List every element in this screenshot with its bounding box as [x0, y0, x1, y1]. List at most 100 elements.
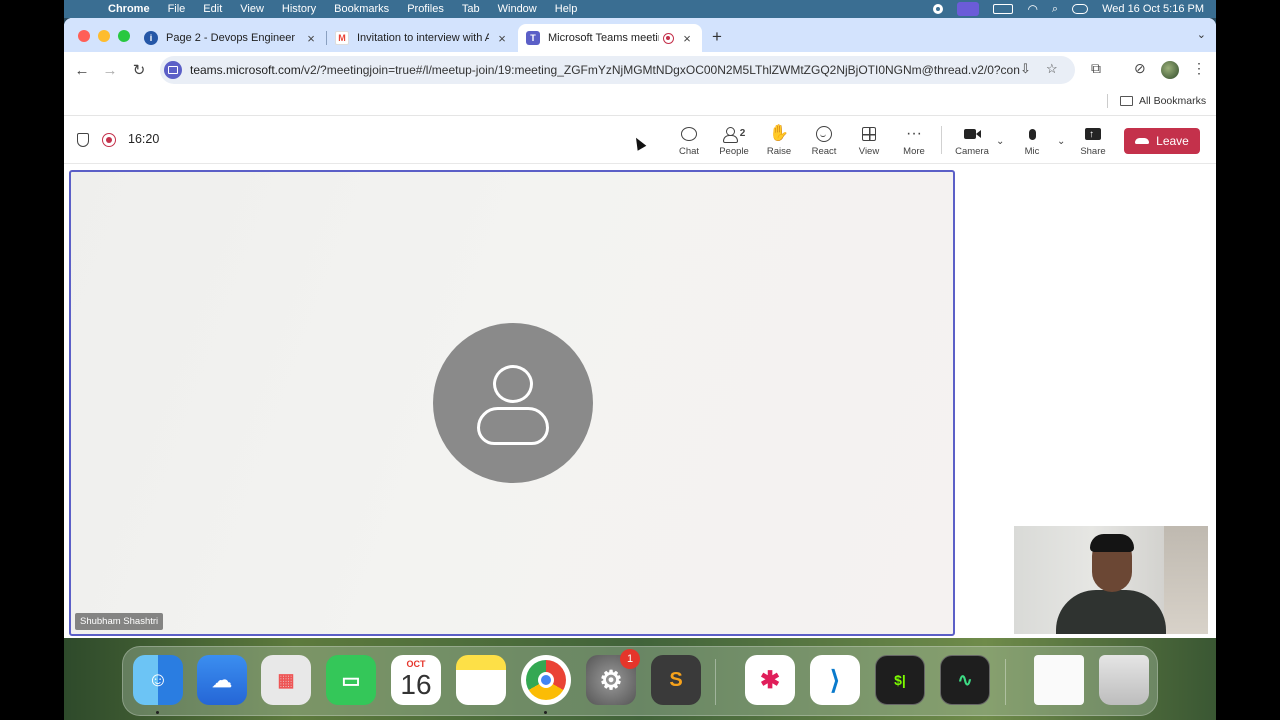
vscode-icon[interactable]: ⟩	[810, 655, 860, 705]
control-center-icon[interactable]	[1072, 4, 1089, 14]
menubar-clock[interactable]: Wed 16 Oct 5:16 PM	[1102, 3, 1204, 15]
participant-name-tag: Shubham Shashtri	[75, 613, 164, 630]
close-tab-icon[interactable]: ×	[495, 31, 509, 46]
site-info-icon[interactable]	[164, 61, 182, 79]
view-button[interactable]: View	[847, 124, 891, 160]
weather-icon[interactable]: ☁	[197, 655, 247, 705]
address-bar[interactable]: teams.microsoft.com/v2/?meetingjoin=true…	[160, 56, 1075, 84]
screen-mirroring-icon[interactable]	[957, 2, 980, 16]
close-window-icon[interactable]	[78, 30, 90, 42]
minimize-window-icon[interactable]	[98, 30, 110, 42]
more-button[interactable]: ··· More	[892, 124, 936, 160]
url-path: /v2/?meetingjoin=true#/l/meetup-join/19:…	[300, 63, 1020, 77]
leave-button[interactable]: Leave	[1124, 128, 1200, 154]
macos-menubar: Chrome File Edit View History Bookmarks …	[64, 0, 1216, 18]
participant-video-tile[interactable]: Shubham Shashtri	[69, 170, 955, 636]
dock-separator	[715, 659, 716, 705]
menu-edit[interactable]: Edit	[203, 3, 222, 15]
more-label: More	[903, 146, 925, 157]
bookmark-star-icon[interactable]: ☆	[1046, 61, 1058, 77]
react-button[interactable]: React	[802, 124, 846, 160]
raise-hand-button[interactable]: ✋ Raise	[757, 124, 801, 160]
new-tab-icon[interactable]: +	[712, 27, 722, 47]
chat-button[interactable]: Chat	[667, 124, 711, 160]
install-app-icon[interactable]: ⇩	[1020, 61, 1031, 77]
share-button[interactable]: Share	[1071, 124, 1115, 160]
chrome-menu-icon[interactable]: ⋮	[1192, 60, 1206, 77]
all-bookmarks-button[interactable]: All Bookmarks	[1120, 95, 1206, 107]
profile-avatar[interactable]	[1161, 61, 1179, 79]
microphone-icon	[1028, 128, 1036, 140]
tab-title: Microsoft Teams meeting	[548, 32, 659, 44]
person-body-icon	[477, 407, 549, 445]
menu-bookmarks[interactable]: Bookmarks	[334, 3, 389, 15]
forward-arrow-icon[interactable]: →	[100, 60, 120, 80]
self-view-video[interactable]	[1014, 526, 1208, 634]
screen-record-icon[interactable]	[933, 4, 944, 14]
slack-icon[interactable]: ✱	[745, 655, 795, 705]
spotlight-search-icon[interactable]: ⌕	[1052, 3, 1058, 16]
trash-icon[interactable]	[1099, 655, 1149, 705]
launchpad-icon[interactable]: ▦	[261, 655, 311, 705]
tab-search-chevron-icon[interactable]: ⌄	[1197, 28, 1206, 41]
menu-file[interactable]: File	[168, 3, 186, 15]
close-tab-icon[interactable]: ×	[680, 31, 694, 46]
back-arrow-icon[interactable]: ←	[72, 60, 92, 80]
chrome-icon[interactable]	[521, 655, 571, 705]
menu-tab[interactable]: Tab	[462, 3, 480, 15]
raise-label: Raise	[766, 146, 792, 157]
notes-icon[interactable]	[456, 655, 506, 705]
chat-label: Chat	[678, 146, 700, 157]
terminal-prompt: $|	[894, 672, 906, 688]
more-dots-icon: ···	[906, 125, 922, 142]
calendar-month: OCT	[406, 659, 426, 669]
menu-history[interactable]: History	[282, 3, 316, 15]
menu-profiles[interactable]: Profiles	[407, 3, 444, 15]
menu-app-name[interactable]: Chrome	[108, 3, 150, 15]
camera-icon	[964, 129, 976, 139]
tab-gmail-invitation[interactable]: M Invitation to interview with An ×	[327, 24, 517, 52]
fullscreen-window-icon[interactable]	[118, 30, 130, 42]
sublime-text-icon[interactable]: S	[651, 655, 701, 705]
camera-button[interactable]: Camera	[950, 124, 994, 160]
menu-help[interactable]: Help	[555, 3, 578, 15]
shield-icon[interactable]	[77, 133, 89, 147]
facetime-icon[interactable]: ▭	[326, 655, 376, 705]
battery-icon[interactable]	[993, 4, 1014, 14]
notification-badge: 1	[620, 649, 640, 669]
dock-separator	[1005, 659, 1006, 705]
all-bookmarks-label: All Bookmarks	[1139, 95, 1207, 107]
extension-icon[interactable]: ⊘	[1134, 60, 1146, 77]
people-label: People	[719, 146, 749, 157]
calendar-icon[interactable]: OCT 16	[391, 655, 441, 705]
close-tab-icon[interactable]: ×	[304, 31, 318, 46]
leave-label: Leave	[1156, 134, 1189, 148]
background-shelf	[1164, 526, 1208, 634]
mic-options-chevron-icon[interactable]: ⌄	[1057, 136, 1065, 147]
tab-teams-meeting[interactable]: T Microsoft Teams meeting ×	[518, 24, 702, 52]
mic-button[interactable]: Mic	[1010, 124, 1054, 160]
url-text[interactable]: teams.microsoft.com/v2/?meetingjoin=true…	[190, 63, 1020, 77]
raise-hand-icon: ✋	[769, 125, 789, 142]
pdf-document-icon[interactable]	[1034, 655, 1084, 705]
extensions-icon[interactable]: ⧉	[1091, 60, 1101, 77]
people-button[interactable]: 2 People	[712, 124, 756, 160]
running-indicator	[544, 711, 547, 714]
menu-view[interactable]: View	[240, 3, 264, 15]
tab-title: Invitation to interview with An	[357, 32, 489, 44]
gmail-icon: M	[335, 31, 349, 45]
share-screen-icon	[1085, 125, 1101, 145]
bookmarks-bar: All Bookmarks	[64, 88, 1216, 116]
terminal-icon[interactable]: $|	[875, 655, 925, 705]
finder-icon[interactable]: ☺	[133, 655, 183, 705]
meeting-stage: Shubham Shashtri	[64, 164, 1216, 638]
tab-indeed-job[interactable]: i Page 2 - Devops Engineer Jo ×	[136, 24, 326, 52]
menu-window[interactable]: Window	[498, 3, 537, 15]
camera-options-chevron-icon[interactable]: ⌄	[996, 136, 1004, 147]
recording-icon[interactable]	[102, 133, 116, 147]
tab-strip: i Page 2 - Devops Engineer Jo × M Invita…	[64, 18, 1216, 52]
person-torso	[1056, 590, 1166, 634]
wifi-icon[interactable]: ◠	[1027, 2, 1037, 16]
activity-monitor-icon[interactable]: ∿	[940, 655, 990, 705]
reload-icon[interactable]: ↻	[129, 60, 149, 80]
